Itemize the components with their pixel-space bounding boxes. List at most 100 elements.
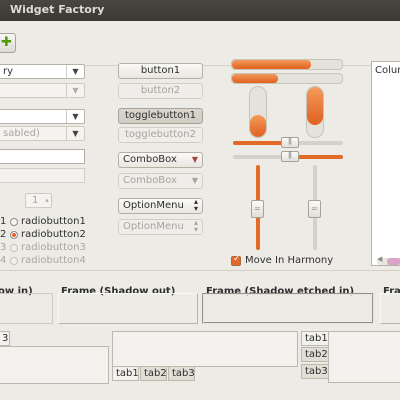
frame-shadow-in (0, 293, 53, 324)
notebook3-tab3[interactable]: tab3 (301, 364, 329, 379)
check-icon: ✓ (233, 254, 241, 264)
chevron-down-icon[interactable]: ▼ (66, 110, 84, 123)
chevron-down-icon[interactable]: ▼ (66, 65, 84, 78)
radiobutton4-label: radiobutton4 (21, 255, 86, 266)
hscrollbar[interactable]: ◀ (377, 255, 400, 265)
progress-fill (232, 74, 279, 83)
horizontal-progressbar-1 (231, 59, 343, 70)
chevron-down-icon: ▼ (191, 155, 198, 164)
option-menu-label: OptionMenu (123, 200, 184, 211)
chevron-left-icon[interactable]: ◀ (377, 255, 382, 263)
grip-icon: = (254, 204, 261, 213)
combo-box-button[interactable]: ComboBox ▼ (118, 152, 203, 168)
option-menu-insensitive: OptionMenu ▴ ▾ (118, 219, 203, 235)
combo-box-entry[interactable]: ry ▼ (0, 64, 85, 79)
notebook3-tab3-label: tab3 (305, 366, 328, 377)
spin-arrows-icon: ▴ (45, 196, 49, 204)
notebook1-page (0, 346, 109, 384)
grip-icon: ǁ (288, 136, 292, 145)
vscale-thumb[interactable]: = (308, 200, 321, 218)
notebook2-tab3-label: tab3 (172, 368, 195, 379)
combo-box-with-entry[interactable]: ▼ (0, 109, 85, 124)
notebook2-tab2-label: tab2 (144, 368, 167, 379)
frame-shadow-etched-in (202, 293, 374, 324)
vscale-1[interactable]: = (251, 165, 264, 250)
checkbox[interactable]: ✓ (231, 254, 241, 266)
notebook3-tab1[interactable]: tab1 (301, 331, 329, 346)
updown-arrows-icon: ▴ ▾ (193, 218, 198, 234)
combo-box-insens-label: ComboBox (123, 175, 177, 186)
notebook2-tab1[interactable]: tab1 (112, 366, 139, 381)
radiobutton2[interactable] (10, 231, 18, 239)
move-in-harmony-check[interactable]: ✓ Move In Harmony (231, 254, 371, 268)
combo-box-disabled: sabled) ▼ (0, 126, 85, 141)
spin-button: 1 ▴ (25, 193, 52, 208)
notebook1-tab-label: 3 (2, 333, 9, 344)
updown-arrows-icon: ▴ ▾ (193, 197, 198, 213)
frame-shadow-out (58, 293, 198, 324)
column-header[interactable]: Colum (375, 65, 400, 76)
separator (0, 270, 400, 273)
vscale-2[interactable]: = (308, 165, 321, 250)
grip-icon: ǁ (288, 150, 292, 159)
button1[interactable]: button1 (118, 63, 203, 79)
option-menu-insens-label: OptionMenu (123, 221, 184, 232)
chevron-down-icon: ▼ (66, 84, 84, 97)
radiobutton1-label: radiobutton1 (21, 216, 86, 227)
notebook3-tab1-label: tab1 (305, 333, 328, 344)
radiobutton3-label: radiobutton3 (21, 242, 86, 253)
hscale-thumb[interactable]: ǁ (281, 136, 299, 148)
button2: button2 (118, 83, 203, 99)
combo-box-button-insensitive: ComboBox ▼ (118, 173, 203, 189)
radio-group: 1 2 3 4 radiobutton1 radiobutton2 radiob… (0, 216, 90, 272)
combo-box-entry-insensitive: ▼ (0, 83, 85, 98)
radiobutton3 (10, 244, 18, 252)
radiobutton1[interactable] (10, 218, 18, 226)
hscale-1[interactable]: ǁ (233, 136, 343, 148)
hscale-fill (233, 141, 288, 145)
text-entry-insensitive (0, 168, 85, 183)
combo-box-disabled-text: sabled) (3, 128, 40, 139)
radiobutton2-label: radiobutton2 (21, 229, 86, 240)
togglebutton2-label: togglebutton2 (124, 129, 196, 140)
combo-box-entry-text: ry (3, 66, 14, 77)
button2-label: button2 (140, 85, 181, 96)
togglebutton2: togglebutton2 (118, 127, 203, 143)
notebook2-tab2[interactable]: tab2 (140, 366, 167, 381)
chevron-down-icon: ▼ (191, 176, 198, 185)
spin-button-value: 1 (32, 195, 39, 206)
grip-icon: = (311, 204, 318, 213)
radio-a2-label: 2 (0, 229, 7, 240)
combo-box-label: ComboBox (123, 154, 177, 165)
radiobutton4 (10, 257, 18, 265)
progress-fill (307, 87, 323, 125)
scrollbar-thumb[interactable] (387, 258, 400, 265)
add-icon: ✚ (1, 35, 12, 50)
hscale-thumb[interactable]: ǁ (281, 150, 299, 162)
list-view[interactable]: Colum (371, 61, 400, 266)
togglebutton1-label: togglebutton1 (124, 110, 196, 121)
notebook2-page (112, 331, 298, 367)
progress-fill (250, 114, 266, 137)
vertical-progressbar-2 (306, 86, 324, 138)
togglebutton1[interactable]: togglebutton1 (118, 108, 203, 124)
add-button[interactable]: ✚ (0, 33, 16, 53)
hscale-2[interactable]: ǁ (233, 150, 343, 162)
button1-label: button1 (140, 65, 181, 76)
vertical-progressbar-1 (249, 86, 267, 138)
option-menu[interactable]: OptionMenu ▴ ▾ (118, 198, 203, 214)
horizontal-progressbar-2 (231, 73, 343, 84)
notebook3-page (328, 331, 400, 383)
notebook3-tab2-label: tab2 (305, 349, 328, 360)
window-titlebar[interactable]: Widget Factory (0, 0, 400, 21)
window-title: Widget Factory (10, 3, 105, 16)
notebook2-tab3[interactable]: tab3 (168, 366, 195, 381)
vscale-thumb[interactable]: = (251, 200, 264, 218)
progress-fill (232, 60, 312, 69)
text-entry[interactable] (0, 149, 85, 164)
radio-a4-label: 4 (0, 255, 7, 266)
notebook3-tab2[interactable]: tab2 (301, 347, 329, 362)
notebook1-tab[interactable]: 3 (0, 331, 10, 346)
radio-a3-label: 3 (0, 242, 7, 253)
